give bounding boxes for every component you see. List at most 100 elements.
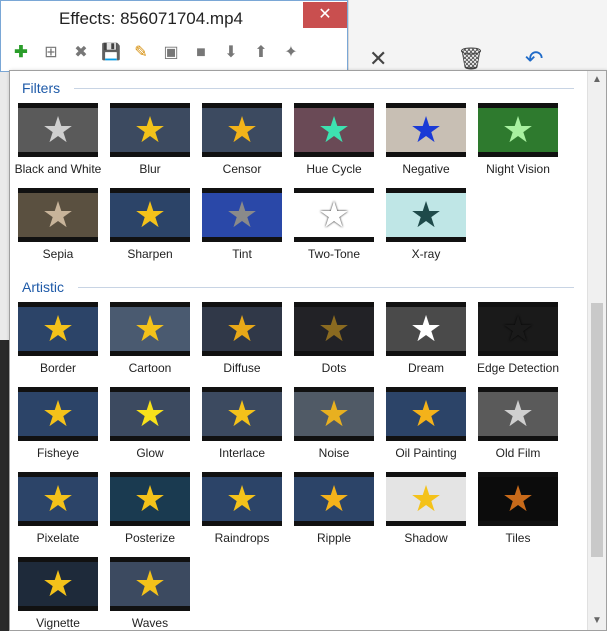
effect-label: Raindrops: [214, 531, 270, 545]
effect-tile-negative[interactable]: ★ Negative: [382, 103, 470, 177]
save-button[interactable]: 💾: [99, 41, 123, 65]
scroll-down-icon[interactable]: ▼: [588, 612, 606, 630]
star-icon: ★: [409, 393, 443, 434]
section-divider: [74, 88, 574, 89]
effect-thumbnail: ★: [386, 188, 466, 242]
effect-tile-black-and-white[interactable]: ★ Black and White: [14, 103, 102, 177]
add-group-button[interactable]: ⊞: [39, 41, 63, 65]
effect-label: Pixelate: [36, 531, 80, 545]
effect-tile-cartoon[interactable]: ★ Cartoon: [106, 302, 194, 376]
effect-tile-raindrops[interactable]: ★ Raindrops: [198, 472, 286, 546]
add-effect-button[interactable]: ✚: [9, 41, 33, 65]
effect-label: X-ray: [411, 247, 441, 261]
effect-thumbnail: ★: [110, 557, 190, 611]
settings-button[interactable]: ✦: [279, 41, 303, 65]
transition-icon[interactable]: ✕: [369, 46, 387, 72]
effect-tile-vignette[interactable]: ★ Vignette: [14, 557, 102, 631]
effect-thumbnail: ★: [110, 103, 190, 157]
copy-icon: ▣: [163, 44, 179, 61]
trash-icon[interactable]: 🗑: [457, 46, 485, 72]
effect-tile-censor[interactable]: ★ Censor: [198, 103, 286, 177]
effect-tile-tint[interactable]: ★ Tint: [198, 188, 286, 262]
star-icon: ★: [317, 393, 351, 434]
close-button[interactable]: ✕: [303, 2, 347, 28]
star-icon: ★: [133, 563, 167, 604]
section-header-artistic: Artistic: [22, 278, 64, 296]
effect-thumbnail: ★: [478, 302, 558, 356]
star-icon: ★: [409, 194, 443, 235]
effect-label: Waves: [131, 616, 169, 630]
effect-thumbnail: ★: [202, 103, 282, 157]
effect-tile-edge-detection[interactable]: ★ Edge Detection: [474, 302, 562, 376]
effect-tile-two-tone[interactable]: ★ Two-Tone: [290, 188, 378, 262]
effect-tile-hue-cycle[interactable]: ★ Hue Cycle: [290, 103, 378, 177]
effect-tile-ripple[interactable]: ★ Ripple: [290, 472, 378, 546]
star-icon: ★: [225, 308, 259, 349]
section-title: Filters: [22, 80, 61, 96]
effect-label: Diffuse: [223, 361, 261, 375]
undo-icon[interactable]: ↶: [525, 46, 543, 72]
effect-label: Vignette: [36, 616, 80, 630]
star-icon: ★: [225, 393, 259, 434]
arrow-down-icon: ⬇: [224, 44, 238, 61]
effect-tile-pixelate[interactable]: ★ Pixelate: [14, 472, 102, 546]
remove-button[interactable]: ✖: [69, 41, 93, 65]
effect-label: Dots: [321, 361, 347, 375]
effect-tile-noise[interactable]: ★ Noise: [290, 387, 378, 461]
effect-label: Sepia: [42, 247, 74, 261]
scrollbar-thumb[interactable]: [591, 303, 603, 557]
effect-thumbnail: ★: [478, 103, 558, 157]
effect-thumbnail: ★: [18, 188, 98, 242]
move-down-button[interactable]: ⬇: [219, 41, 243, 65]
effects-toolbar: ✚ ⊞ ✖ 💾 ✎ ▣ ■ ⬇ ⬆ ✦: [9, 41, 303, 69]
effect-tile-x-ray[interactable]: ★ X-ray: [382, 188, 470, 262]
effect-thumbnail: ★: [202, 472, 282, 526]
edit-button[interactable]: ✎: [129, 41, 153, 65]
star-icon: ★: [133, 478, 167, 519]
effect-tile-blur[interactable]: ★ Blur: [106, 103, 194, 177]
star-icon: ★: [133, 308, 167, 349]
star-icon: ★: [133, 194, 167, 235]
effect-tile-posterize[interactable]: ★ Posterize: [106, 472, 194, 546]
effect-tile-glow[interactable]: ★ Glow: [106, 387, 194, 461]
move-up-button[interactable]: ⬆: [249, 41, 273, 65]
effect-thumbnail: ★: [386, 302, 466, 356]
effect-tile-night-vision[interactable]: ★ Night Vision: [474, 103, 562, 177]
effect-thumbnail: ★: [18, 472, 98, 526]
star-icon: ★: [225, 109, 259, 150]
effect-tile-border[interactable]: ★ Border: [14, 302, 102, 376]
effect-tile-dots[interactable]: ★ Dots: [290, 302, 378, 376]
effect-label: Glow: [136, 446, 164, 460]
effect-tile-shadow[interactable]: ★ Shadow: [382, 472, 470, 546]
effect-thumbnail: ★: [110, 188, 190, 242]
star-icon: ★: [501, 308, 535, 349]
effect-tile-oil-painting[interactable]: ★ Oil Painting: [382, 387, 470, 461]
effect-thumbnail: ★: [202, 188, 282, 242]
effect-tile-tiles[interactable]: ★ Tiles: [474, 472, 562, 546]
effect-label: Blur: [139, 162, 161, 176]
star-icon: ★: [501, 478, 535, 519]
star-icon: ★: [317, 308, 351, 349]
star-icon: ★: [41, 393, 75, 434]
effect-tile-diffuse[interactable]: ★ Diffuse: [198, 302, 286, 376]
star-icon: ★: [225, 194, 259, 235]
plus-icon: ✚: [14, 44, 28, 61]
effect-tile-sepia[interactable]: ★ Sepia: [14, 188, 102, 262]
effect-tile-dream[interactable]: ★ Dream: [382, 302, 470, 376]
effect-tile-old-film[interactable]: ★ Old Film: [474, 387, 562, 461]
paste-button[interactable]: ■: [189, 41, 213, 65]
effect-label: Night Vision: [486, 162, 550, 176]
effect-tile-fisheye[interactable]: ★ Fisheye: [14, 387, 102, 461]
effect-tile-interlace[interactable]: ★ Interlace: [198, 387, 286, 461]
effect-thumbnail: ★: [294, 103, 374, 157]
effect-tile-waves[interactable]: ★ Waves: [106, 557, 194, 631]
effects-panel: ▲ ▼ Filters ★ Black and White ★ Blur ★ Censor ★…: [9, 70, 607, 631]
scrollbar[interactable]: ▲ ▼: [587, 71, 606, 630]
effect-thumbnail: ★: [18, 103, 98, 157]
section-title: Artistic: [22, 279, 64, 295]
effect-label: Black and White: [14, 162, 102, 176]
effect-tile-sharpen[interactable]: ★ Sharpen: [106, 188, 194, 262]
scroll-up-icon[interactable]: ▲: [588, 71, 606, 89]
copy-button[interactable]: ▣: [159, 41, 183, 65]
star-icon: ★: [409, 109, 443, 150]
